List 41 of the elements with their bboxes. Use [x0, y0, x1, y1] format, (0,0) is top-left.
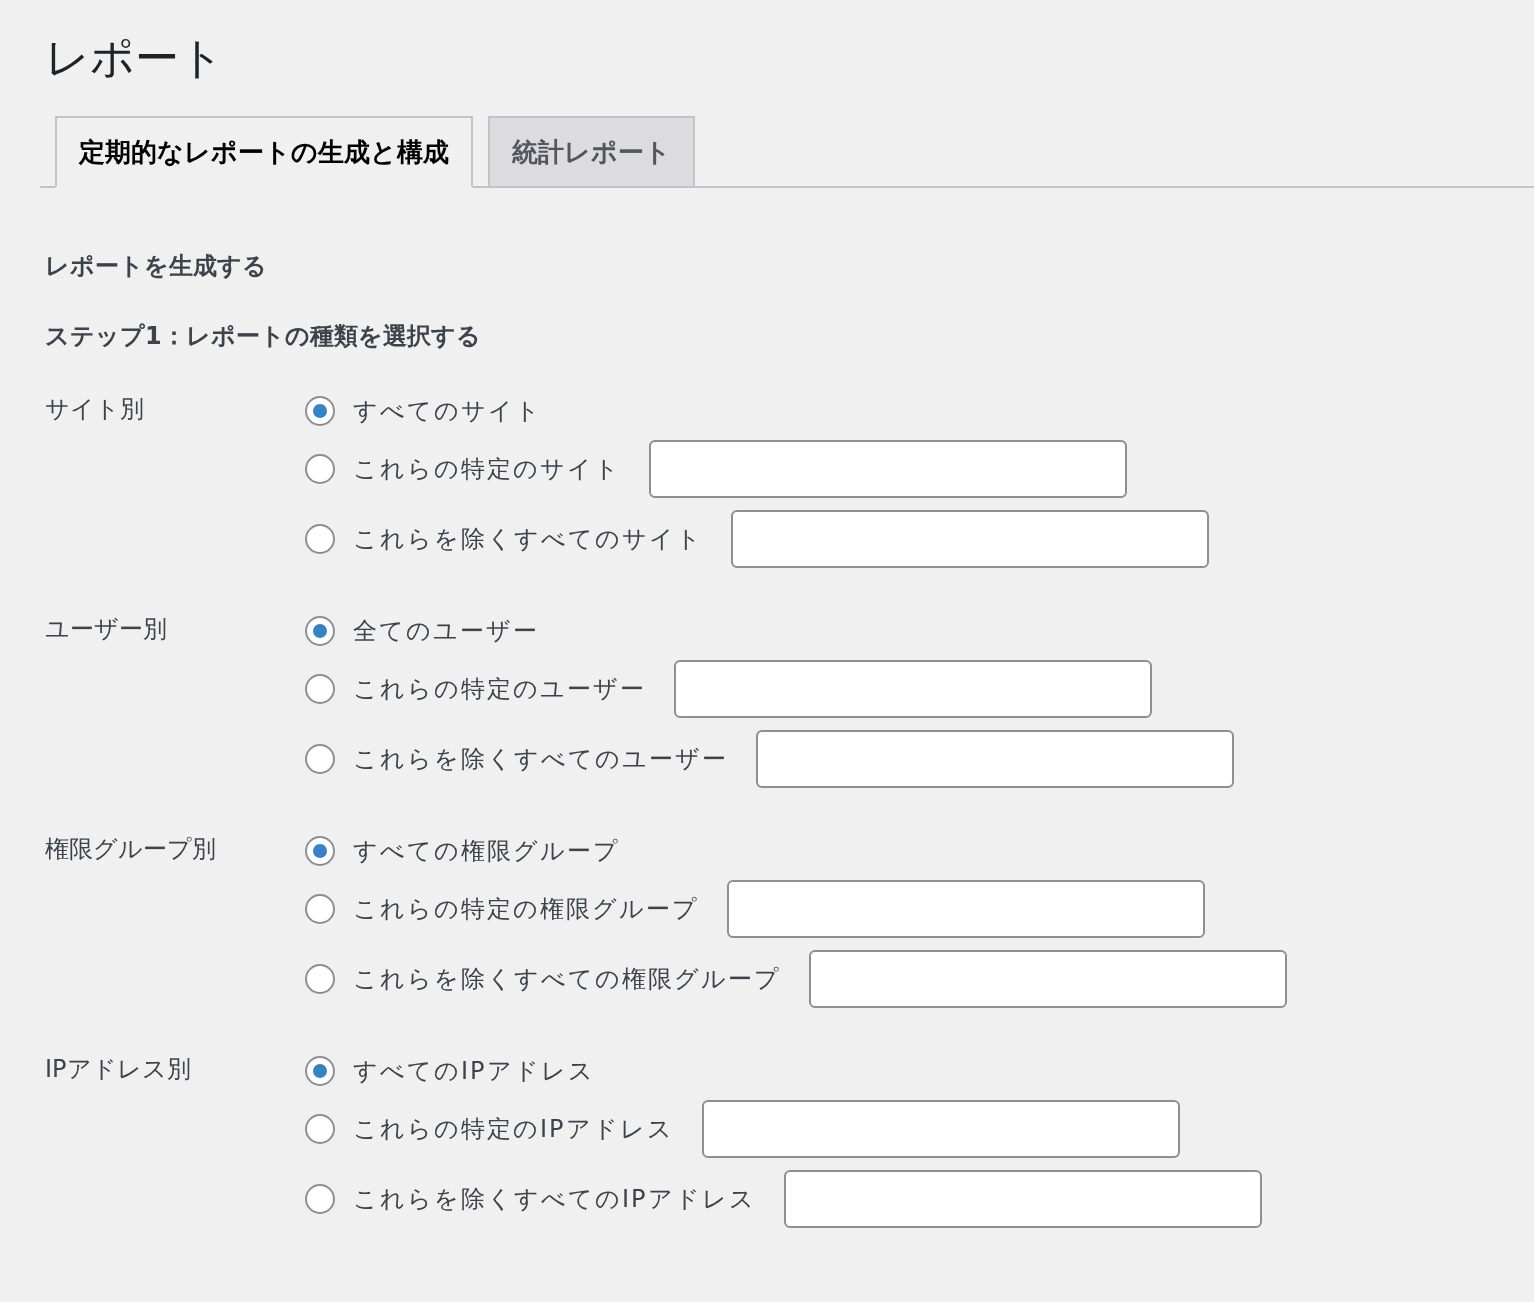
group-label: サイト別: [45, 394, 145, 425]
radio-button[interactable]: [305, 894, 335, 924]
radio-label[interactable]: すべてのサイト: [353, 394, 542, 428]
radio-label[interactable]: 全てのユーザー: [353, 614, 539, 648]
radio-label[interactable]: これらを除くすべてのサイト: [353, 522, 703, 556]
input-field[interactable]: [731, 510, 1209, 568]
radio-button[interactable]: [305, 744, 335, 774]
group-label: ユーザー別: [45, 614, 168, 645]
radio-label[interactable]: これらの特定のユーザー: [353, 672, 646, 706]
input-field[interactable]: [783, 1170, 1262, 1228]
radio-button[interactable]: [305, 616, 335, 646]
input-field[interactable]: [649, 440, 1127, 498]
radio-label[interactable]: これらの特定のIPアドレス: [353, 1112, 674, 1146]
radio-label[interactable]: これらの特定のサイト: [353, 452, 621, 486]
group-label: 権限グループ別: [45, 834, 217, 865]
radio-button[interactable]: [305, 1184, 335, 1214]
radio-label[interactable]: これらの特定の権限グループ: [353, 892, 699, 926]
radio-button[interactable]: [305, 836, 335, 866]
radio-label[interactable]: これらを除くすべての権限グループ: [353, 962, 781, 996]
radio-label[interactable]: すべてのIPアドレス: [353, 1054, 595, 1088]
tab[interactable]: 定期的なレポートの生成と構成: [55, 116, 473, 188]
page-title: レポート: [45, 31, 225, 85]
radio-button[interactable]: [305, 454, 335, 484]
radio-label[interactable]: これらを除くすべてのユーザー: [353, 742, 728, 776]
tab[interactable]: 統計レポート: [488, 116, 695, 186]
section-heading: レポートを生成する: [45, 251, 268, 282]
radio-button[interactable]: [305, 964, 335, 994]
input-field[interactable]: [756, 730, 1234, 788]
step-heading: ステップ1：レポートの種類を選択する: [45, 321, 482, 352]
radio-label[interactable]: これらを除くすべてのIPアドレス: [353, 1182, 756, 1216]
radio-button[interactable]: [305, 524, 335, 554]
radio-button[interactable]: [305, 674, 335, 704]
input-field[interactable]: [674, 660, 1152, 718]
input-field[interactable]: [809, 950, 1287, 1008]
input-field[interactable]: [727, 880, 1205, 938]
radio-label[interactable]: すべての権限グループ: [353, 834, 620, 868]
radio-button[interactable]: [305, 1114, 335, 1144]
radio-button[interactable]: [305, 396, 335, 426]
input-field[interactable]: [701, 1100, 1180, 1158]
radio-button[interactable]: [305, 1056, 335, 1086]
group-label: IPアドレス別: [45, 1054, 192, 1085]
